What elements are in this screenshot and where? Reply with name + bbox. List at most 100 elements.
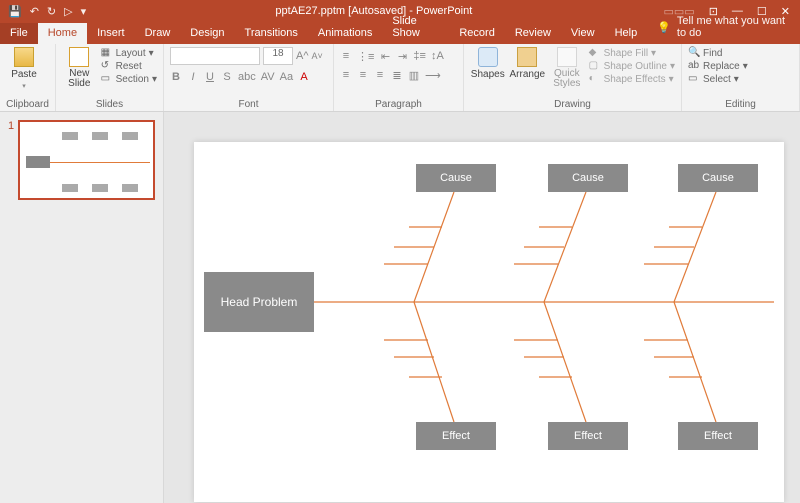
arrange-button[interactable]: Arrange (510, 47, 546, 80)
justify-icon[interactable]: ≣ (391, 69, 403, 82)
slide-number: 1 (8, 120, 14, 200)
quick-styles-icon (557, 47, 577, 67)
find-icon: 🔍 (688, 47, 700, 59)
reset-button[interactable]: ↺Reset (101, 60, 157, 72)
slide-thumbnail-1[interactable] (18, 120, 155, 200)
underline-icon[interactable]: U (204, 71, 216, 83)
layout-button[interactable]: ▦Layout ▾ (101, 47, 157, 59)
shadow-icon[interactable]: abc (238, 71, 256, 83)
qat-more-icon[interactable]: ▾ (81, 5, 87, 18)
ribbon: Paste ▾ Clipboard New Slide ▦Layout ▾ ↺R… (0, 44, 800, 112)
shape-effects-button[interactable]: ◐Shape Effects ▾ (589, 73, 675, 85)
bold-icon[interactable]: B (170, 71, 182, 83)
tab-design[interactable]: Design (180, 23, 234, 44)
tell-me-search[interactable]: 💡 Tell me what you want to do (647, 15, 800, 44)
tab-review[interactable]: Review (505, 23, 561, 44)
paste-button[interactable]: Paste ▾ (6, 47, 42, 90)
section-icon: ▭ (101, 73, 113, 85)
select-button[interactable]: ▭Select ▾ (688, 73, 748, 85)
effect-box-2[interactable]: Effect (548, 422, 628, 450)
undo-icon[interactable]: ↶ (30, 5, 39, 18)
strikethrough-icon[interactable]: S (221, 71, 233, 83)
tab-help[interactable]: Help (605, 23, 648, 44)
head-problem-box[interactable]: Head Problem (204, 272, 314, 332)
shape-fill-icon: ◆ (589, 47, 601, 59)
increase-font-icon[interactable]: A^ (296, 50, 309, 62)
shape-outline-label: Shape Outline (604, 61, 667, 72)
group-slides: New Slide ▦Layout ▾ ↺Reset ▭Section ▾ Sl… (56, 44, 164, 111)
smartart-icon[interactable]: ⟶ (425, 69, 441, 82)
ribbon-tabs: File Home Insert Draw Design Transitions… (0, 22, 800, 44)
start-icon[interactable]: ▷ (64, 5, 72, 18)
group-clipboard: Paste ▾ Clipboard (0, 44, 56, 111)
quick-styles-button[interactable]: Quick Styles (549, 47, 585, 89)
window-title: pptAE27.pptm [Autosaved] - PowerPoint (94, 5, 653, 17)
columns-icon[interactable]: ▥ (408, 69, 420, 82)
save-icon[interactable]: 💾 (8, 5, 22, 18)
shapes-icon (478, 47, 498, 67)
text-direction-icon[interactable]: ↕A (431, 50, 444, 63)
cause-box-3[interactable]: Cause (678, 164, 758, 192)
tab-file[interactable]: File (0, 23, 38, 44)
quick-styles-label: Quick Styles (553, 69, 580, 89)
tab-insert[interactable]: Insert (87, 23, 135, 44)
tab-draw[interactable]: Draw (135, 23, 181, 44)
shapes-button[interactable]: Shapes (470, 47, 506, 80)
redo-icon[interactable]: ↻ (47, 5, 56, 18)
section-label: Section (116, 74, 149, 85)
new-slide-button[interactable]: New Slide (62, 47, 97, 89)
slide-canvas-area[interactable]: Head Problem Cause Cause Cause Effect Ef… (164, 112, 800, 503)
cause-box-1[interactable]: Cause (416, 164, 496, 192)
group-label: Editing (688, 98, 793, 110)
effect-box-3[interactable]: Effect (678, 422, 758, 450)
tab-transitions[interactable]: Transitions (235, 23, 308, 44)
align-right-icon[interactable]: ≡ (374, 69, 386, 82)
group-label: Paragraph (340, 98, 457, 110)
quick-access-toolbar: 💾 ↶ ↻ ▷ ▾ (0, 5, 94, 18)
align-center-icon[interactable]: ≡ (357, 69, 369, 82)
italic-icon[interactable]: I (187, 71, 199, 83)
slide-1[interactable]: Head Problem Cause Cause Cause Effect Ef… (194, 142, 784, 502)
line-spacing-icon[interactable]: ‡≡ (413, 50, 426, 63)
paste-label: Paste (11, 69, 37, 80)
work-area: 1 (0, 112, 800, 503)
indent-right-icon[interactable]: ⇥ (396, 50, 408, 63)
layout-icon: ▦ (101, 47, 113, 59)
shape-fill-label: Shape Fill (604, 48, 648, 59)
indent-left-icon[interactable]: ⇤ (379, 50, 391, 63)
shape-outline-icon: ▢ (589, 60, 601, 72)
tab-animations[interactable]: Animations (308, 23, 382, 44)
group-font: 18 A^ A˅ B I U S abc AV Aa A Font (164, 44, 334, 111)
cause-box-2[interactable]: Cause (548, 164, 628, 192)
spacing-icon[interactable]: AV (261, 71, 275, 83)
font-family-select[interactable] (170, 47, 260, 65)
case-icon[interactable]: Aa (280, 71, 293, 83)
font-color-icon[interactable]: A (298, 71, 310, 83)
align-left-icon[interactable]: ≡ (340, 69, 352, 82)
find-label: Find (703, 48, 722, 59)
shape-fill-button[interactable]: ◆Shape Fill ▾ (589, 47, 675, 59)
effect-box-1[interactable]: Effect (416, 422, 496, 450)
group-drawing: Shapes Arrange Quick Styles ◆Shape Fill … (464, 44, 682, 111)
replace-label: Replace (703, 61, 740, 72)
reset-icon: ↺ (101, 60, 113, 72)
numbering-icon[interactable]: ⋮≡ (357, 50, 374, 63)
decrease-font-icon[interactable]: A˅ (312, 51, 323, 61)
reset-label: Reset (116, 61, 142, 72)
select-label: Select (703, 74, 731, 85)
section-button[interactable]: ▭Section ▾ (101, 73, 157, 85)
tab-view[interactable]: View (561, 23, 605, 44)
tab-record[interactable]: Record (449, 23, 504, 44)
group-label: Font (170, 98, 327, 110)
tab-home[interactable]: Home (38, 23, 87, 44)
bullets-icon[interactable]: ≡ (340, 50, 352, 63)
replace-button[interactable]: abReplace ▾ (688, 60, 748, 72)
tab-slideshow[interactable]: Slide Show (382, 11, 449, 44)
group-label: Slides (62, 98, 157, 110)
new-slide-icon (69, 47, 89, 67)
font-size-select[interactable]: 18 (263, 47, 293, 65)
find-button[interactable]: 🔍Find (688, 47, 748, 59)
shape-outline-button[interactable]: ▢Shape Outline ▾ (589, 60, 675, 72)
tell-me-label: Tell me what you want to do (677, 15, 790, 39)
select-icon: ▭ (688, 73, 700, 85)
